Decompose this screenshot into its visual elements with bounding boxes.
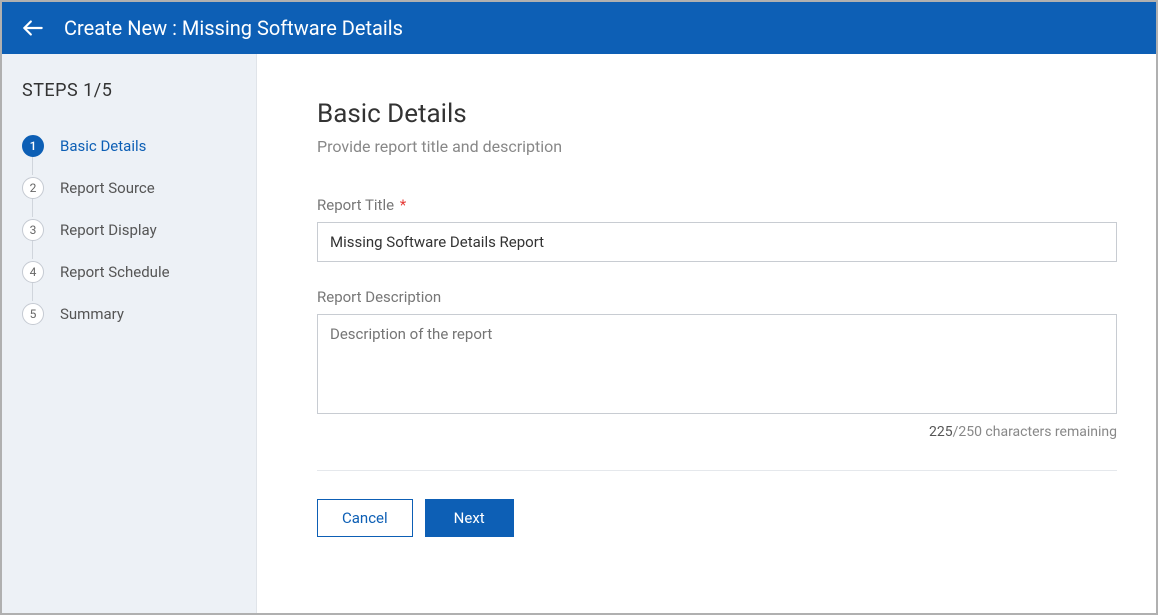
step-report-source[interactable]: 2 Report Source: [22, 167, 236, 209]
step-number: 1: [22, 135, 44, 157]
step-list: 1 Basic Details 2 Report Source 3 Report…: [22, 125, 236, 335]
report-title-label: Report Title *: [317, 196, 1120, 214]
required-star: *: [396, 196, 406, 214]
report-description-group: Report Description 225/250 characters re…: [317, 288, 1120, 440]
step-basic-details[interactable]: 1 Basic Details: [22, 125, 236, 167]
steps-counter: STEPS 1/5: [22, 80, 236, 101]
content-area: Basic Details Provide report title and d…: [257, 54, 1156, 613]
report-description-label: Report Description: [317, 288, 1120, 306]
content-subtitle: Provide report title and description: [317, 137, 1120, 156]
action-buttons: Cancel Next: [317, 499, 1120, 537]
back-arrow-icon[interactable]: [20, 15, 46, 41]
cancel-button[interactable]: Cancel: [317, 499, 413, 537]
steps-sidebar: STEPS 1/5 1 Basic Details 2 Report Sourc…: [2, 54, 257, 613]
section-divider: [317, 470, 1117, 471]
report-title-group: Report Title *: [317, 196, 1120, 262]
step-number: 3: [22, 219, 44, 241]
main-container: STEPS 1/5 1 Basic Details 2 Report Sourc…: [2, 54, 1156, 613]
step-number: 4: [22, 261, 44, 283]
step-summary[interactable]: 5 Summary: [22, 293, 236, 335]
page-header: Create New : Missing Software Details: [2, 2, 1156, 54]
character-count: 225/250 characters remaining: [317, 424, 1117, 440]
step-number: 2: [22, 177, 44, 199]
step-report-schedule[interactable]: 4 Report Schedule: [22, 251, 236, 293]
chars-remaining-text: /250 characters remaining: [953, 424, 1117, 440]
step-label: Basic Details: [60, 137, 146, 155]
header-title: Create New : Missing Software Details: [64, 16, 403, 40]
chars-used: 225: [929, 424, 953, 440]
step-label: Report Source: [60, 179, 155, 197]
step-label: Summary: [60, 305, 124, 323]
step-report-display[interactable]: 3 Report Display: [22, 209, 236, 251]
report-description-textarea[interactable]: [317, 314, 1117, 414]
report-title-label-text: Report Title: [317, 196, 394, 214]
step-number: 5: [22, 303, 44, 325]
report-title-input[interactable]: [317, 222, 1117, 262]
content-title: Basic Details: [317, 99, 1120, 129]
step-label: Report Schedule: [60, 263, 170, 281]
step-label: Report Display: [60, 221, 157, 239]
next-button[interactable]: Next: [425, 499, 514, 537]
